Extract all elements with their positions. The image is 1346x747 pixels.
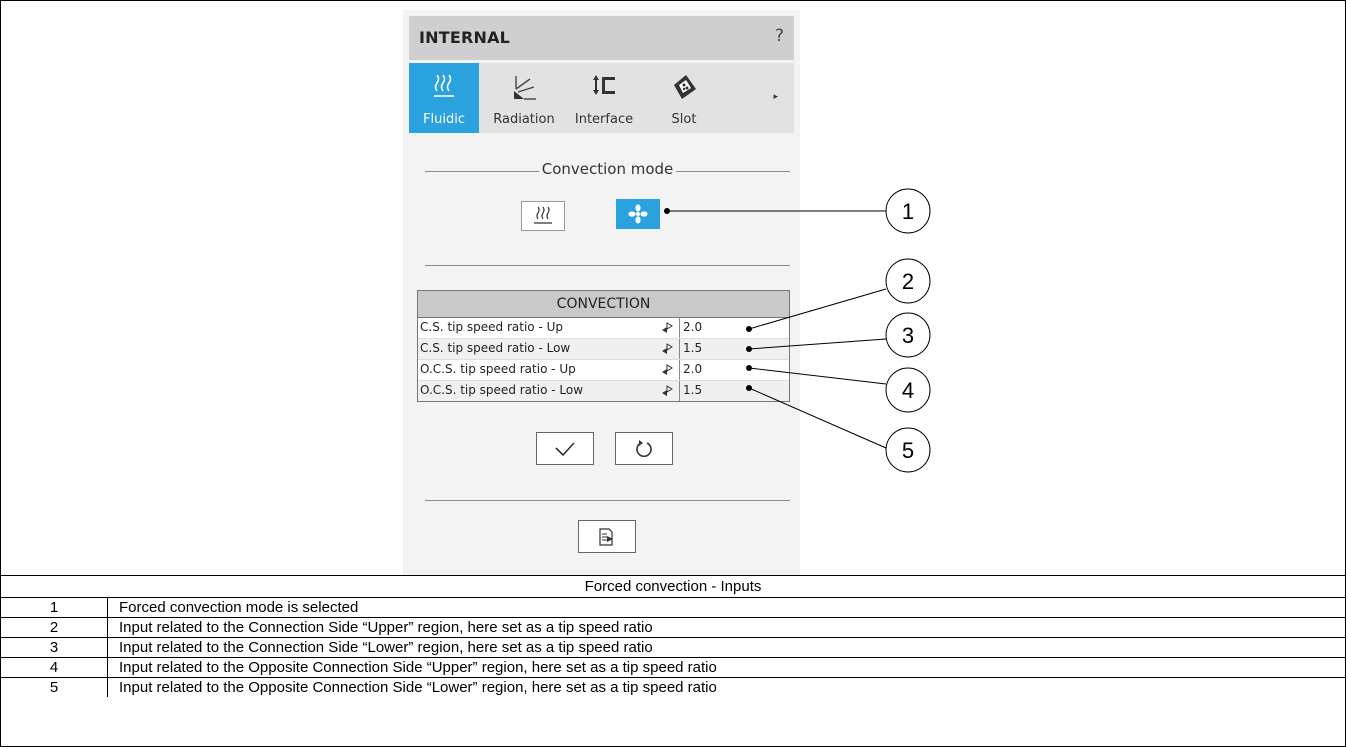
legend-row: 4 Input related to the Opposite Connecti… xyxy=(1,658,1345,678)
natural-convection-icon xyxy=(534,206,552,224)
row-value-input[interactable]: 2.0 xyxy=(683,362,702,376)
convection-table: CONVECTION C.S. tip speed ratio - Up 2.0… xyxy=(417,290,790,402)
legend-row: 3 Input related to the Connection Side “… xyxy=(1,638,1345,658)
natural-convection-button[interactable] xyxy=(521,201,565,231)
legend-row: 2 Input related to the Connection Side “… xyxy=(1,618,1345,638)
callout-number: 1 xyxy=(902,199,914,224)
convection-table-title: CONVECTION xyxy=(418,291,789,318)
tab-fluidic[interactable]: Fluidic xyxy=(409,63,479,133)
screenshot-cell: INTERNAL ? Fluidic Radiation Interface S… xyxy=(1,1,1345,576)
table-row: C.S. tip speed ratio - Up 2.0 xyxy=(418,318,789,339)
fan-icon xyxy=(628,204,648,224)
cell-separator xyxy=(679,381,680,401)
tab-slot[interactable]: Slot xyxy=(649,63,719,133)
tab-radiation[interactable]: Radiation xyxy=(489,63,559,133)
tabs-scroll-right-icon[interactable]: ▸ xyxy=(773,91,778,102)
export-icon xyxy=(599,527,613,546)
figure-table: INTERNAL ? Fluidic Radiation Interface S… xyxy=(0,0,1346,747)
row-label: O.C.S. tip speed ratio - Up xyxy=(420,362,576,376)
callout-number: 2 xyxy=(902,269,914,294)
legend-text: Forced convection mode is selected xyxy=(119,599,359,616)
apply-button[interactable] xyxy=(536,432,594,465)
convection-mode-label: Convection mode xyxy=(538,160,677,178)
table-row: C.S. tip speed ratio - Low 1.5 xyxy=(418,339,789,360)
legend-number: 2 xyxy=(1,618,108,637)
cell-separator xyxy=(679,318,680,338)
reset-button[interactable] xyxy=(615,432,673,465)
radiation-icon xyxy=(514,76,536,100)
export-button[interactable] xyxy=(578,520,636,553)
swap-arrows-icon[interactable] xyxy=(659,341,675,357)
slot-icon xyxy=(674,75,696,99)
legend-row: 5 Input related to the Opposite Connecti… xyxy=(1,678,1345,697)
row-label: C.S. tip speed ratio - Up xyxy=(420,320,564,334)
legend-text: Input related to the Connection Side “Lo… xyxy=(119,639,653,656)
swap-arrows-icon[interactable] xyxy=(659,383,675,399)
row-value-input[interactable]: 1.5 xyxy=(683,383,702,397)
checkmark-icon xyxy=(555,441,575,456)
callout-number: 5 xyxy=(902,438,914,463)
callout-number: 3 xyxy=(902,323,914,348)
internal-panel: INTERNAL ? Fluidic Radiation Interface S… xyxy=(403,10,800,575)
cell-separator xyxy=(679,360,680,380)
cell-separator xyxy=(679,339,680,359)
reset-icon xyxy=(636,439,652,457)
table-row: O.C.S. tip speed ratio - Up 2.0 xyxy=(418,360,789,381)
section-divider xyxy=(425,500,790,501)
callout-number: 4 xyxy=(902,378,914,403)
legend-text: Input related to the Connection Side “Up… xyxy=(119,619,653,636)
legend-text: Input related to the Opposite Connection… xyxy=(119,679,717,696)
row-label: O.C.S. tip speed ratio - Low xyxy=(420,383,584,397)
forced-convection-button[interactable] xyxy=(616,199,660,229)
legend-number: 3 xyxy=(1,638,108,657)
legend-row: 1 Forced convection mode is selected xyxy=(1,598,1345,618)
legend-number: 4 xyxy=(1,658,108,677)
table-row: O.C.S. tip speed ratio - Low 1.5 xyxy=(418,381,789,401)
panel-title: INTERNAL xyxy=(419,28,511,47)
tab-slot-label: Slot xyxy=(671,112,697,127)
swap-arrows-icon[interactable] xyxy=(659,320,675,336)
legend-number: 1 xyxy=(1,598,108,617)
help-button[interactable]: ? xyxy=(775,26,784,46)
heat-waves-icon xyxy=(434,74,454,97)
panel-header: INTERNAL ? xyxy=(409,16,794,60)
tab-radiation-label: Radiation xyxy=(493,112,555,127)
figure-caption: Forced convection - Inputs xyxy=(1,576,1345,598)
interface-icon xyxy=(593,75,615,95)
row-value-input[interactable]: 1.5 xyxy=(683,341,702,355)
legend-text: Input related to the Opposite Connection… xyxy=(119,659,717,676)
convection-mode-section: Convection mode xyxy=(425,160,790,184)
legend-number: 5 xyxy=(1,678,108,697)
row-label: C.S. tip speed ratio - Low xyxy=(420,341,571,355)
tab-fluidic-label: Fluidic xyxy=(423,112,465,127)
tab-interface[interactable]: Interface xyxy=(569,63,639,133)
row-value-input[interactable]: 2.0 xyxy=(683,320,702,334)
section-divider xyxy=(425,265,790,266)
swap-arrows-icon[interactable] xyxy=(659,362,675,378)
tab-bar: Fluidic Radiation Interface Slot ▸ xyxy=(409,63,794,133)
tab-interface-label: Interface xyxy=(574,112,634,127)
